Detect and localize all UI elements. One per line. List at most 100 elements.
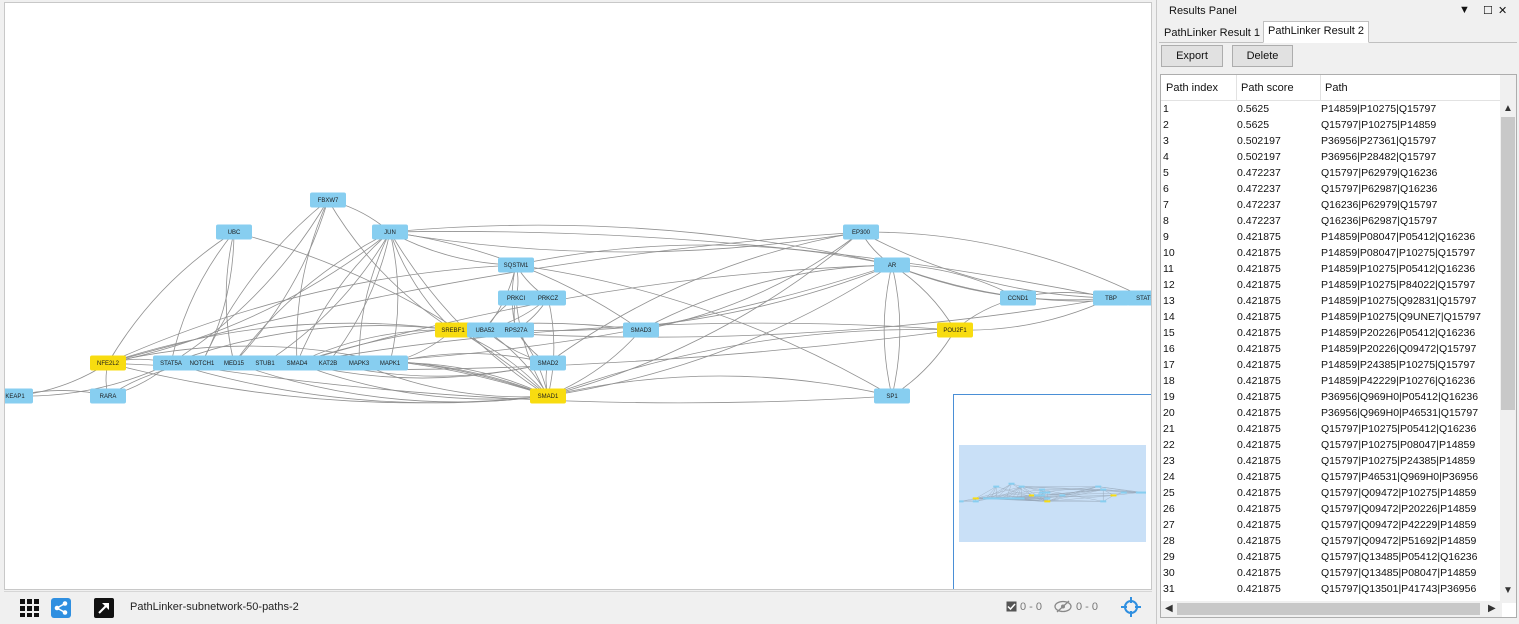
node-rps27a[interactable]: RPS27A bbox=[498, 322, 534, 338]
scroll-up-icon[interactable]: ▲ bbox=[1503, 103, 1513, 114]
scroll-left-icon[interactable]: ◀ bbox=[1165, 603, 1173, 614]
table-row[interactable]: 25 0.421875 Q15797|Q09472|P10275|P14859 bbox=[1161, 485, 1501, 501]
panel-menu-icon[interactable]: ▼ bbox=[1459, 4, 1470, 16]
scroll-down-icon[interactable]: ▼ bbox=[1503, 585, 1513, 596]
edge-fbxw7-notch1[interactable] bbox=[201, 199, 329, 364]
table-row[interactable]: 16 0.421875 P14859|P20226|Q09472|Q15797 bbox=[1161, 341, 1501, 357]
node-ar[interactable]: AR bbox=[874, 257, 910, 273]
scroll-right-icon[interactable]: ▶ bbox=[1488, 603, 1496, 614]
edge-ar-sp1[interactable] bbox=[883, 264, 893, 397]
edge-ar-smad3[interactable] bbox=[640, 264, 893, 331]
node-ubc[interactable]: UBC bbox=[216, 224, 252, 240]
node-ep300[interactable]: EP300 bbox=[843, 224, 879, 240]
table-row[interactable]: 15 0.421875 P14859|P20226|P05412|Q16236 bbox=[1161, 325, 1501, 341]
export-button[interactable]: Export bbox=[1161, 45, 1223, 67]
table-row[interactable]: 17 0.421875 P14859|P24385|P10275|Q15797 bbox=[1161, 357, 1501, 373]
edge-ubc-nfe2l2[interactable] bbox=[107, 231, 235, 364]
share-icon[interactable] bbox=[51, 598, 71, 618]
table-row[interactable]: 2 0.5625 Q15797|P10275|P14859 bbox=[1161, 117, 1501, 133]
edge-prkci-smad1[interactable] bbox=[515, 297, 549, 397]
node-stat5[interactable]: STAT5 bbox=[1127, 290, 1152, 306]
column-header-path[interactable]: Path bbox=[1325, 82, 1348, 94]
table-row[interactable]: 30 0.421875 Q15797|Q13485|P08047|P14859 bbox=[1161, 565, 1501, 581]
table-row[interactable]: 7 0.472237 Q16236|P62979|Q15797 bbox=[1161, 197, 1501, 213]
paths-table[interactable]: Path index Path score Path 1 0.5625 P14859… bbox=[1160, 74, 1517, 618]
table-row[interactable]: 12 0.421875 P14859|P10275|P84022|Q15797 bbox=[1161, 277, 1501, 293]
node-mapk3[interactable]: MAPK3 bbox=[341, 355, 377, 371]
node-smad4[interactable]: SMAD4 bbox=[279, 355, 315, 371]
table-row[interactable]: 29 0.421875 Q15797|Q13485|P05412|Q16236 bbox=[1161, 549, 1501, 565]
tab-pathlinker-result-2[interactable]: PathLinker Result 2 bbox=[1263, 21, 1369, 43]
table-row[interactable]: 26 0.421875 Q15797|Q09472|P20226|P14859 bbox=[1161, 501, 1501, 517]
table-row[interactable]: 22 0.421875 Q15797|P10275|P08047|P14859 bbox=[1161, 437, 1501, 453]
table-row[interactable]: 13 0.421875 P14859|P10275|Q92831|Q15797 bbox=[1161, 293, 1501, 309]
table-row[interactable]: 11 0.421875 P14859|P10275|P05412|Q16236 bbox=[1161, 261, 1501, 277]
node-notch1[interactable]: NOTCH1 bbox=[184, 355, 220, 371]
table-row[interactable]: 1 0.5625 P14859|P10275|Q15797 bbox=[1161, 101, 1501, 117]
edge-prkcz-smad1[interactable] bbox=[547, 297, 555, 397]
table-row[interactable]: 27 0.421875 Q15797|Q09472|P42229|P14859 bbox=[1161, 517, 1501, 533]
table-row[interactable]: 28 0.421875 Q15797|Q09472|P51692|P14859 bbox=[1161, 533, 1501, 549]
node-fbxw7[interactable]: FBXW7 bbox=[310, 192, 346, 208]
delete-button[interactable]: Delete bbox=[1232, 45, 1293, 67]
table-row[interactable]: 5 0.472237 Q15797|P62979|Q16236 bbox=[1161, 165, 1501, 181]
table-row[interactable]: 23 0.421875 Q15797|P10275|P24385|P14859 bbox=[1161, 453, 1501, 469]
vertical-scrollbar[interactable]: ▲ ▼ bbox=[1500, 75, 1516, 603]
edge-smad1-sp1[interactable] bbox=[547, 375, 893, 397]
table-row[interactable]: 4 0.502197 P36956|P28482|Q15797 bbox=[1161, 149, 1501, 165]
node-tbp[interactable]: TBP bbox=[1093, 290, 1129, 306]
node-prkci[interactable]: PRKCI bbox=[498, 290, 534, 306]
edge-ar-smad4[interactable] bbox=[296, 264, 893, 364]
close-icon[interactable]: ✕ bbox=[1498, 4, 1507, 17]
edge-ubc-notch1[interactable] bbox=[201, 231, 235, 364]
table-row[interactable]: 24 0.421875 Q15797|P46531|Q969H0|P36956 bbox=[1161, 469, 1501, 485]
table-row[interactable]: 20 0.421875 P36956|Q969H0|P46531|Q15797 bbox=[1161, 405, 1501, 421]
node-smad3[interactable]: SMAD3 bbox=[623, 322, 659, 338]
node-smad2[interactable]: SMAD2 bbox=[530, 355, 566, 371]
node-sp1[interactable]: SP1 bbox=[874, 388, 910, 404]
edge-ar-pou2f1[interactable] bbox=[891, 264, 956, 331]
edge-jun-sqstm1[interactable] bbox=[389, 231, 517, 266]
horizontal-scroll-thumb[interactable] bbox=[1177, 603, 1480, 615]
edge-sp1-ar[interactable] bbox=[891, 264, 901, 397]
node-pou2f1[interactable]: POU2F1 bbox=[937, 322, 973, 338]
minimap-viewport[interactable] bbox=[957, 445, 1148, 542]
table-row[interactable]: 19 0.421875 P36956|Q969H0|P05412|Q16236 bbox=[1161, 389, 1501, 405]
horizontal-scrollbar[interactable]: ◀ ▶ bbox=[1161, 601, 1502, 617]
column-header-path-index[interactable]: Path index bbox=[1166, 82, 1218, 94]
node-med15[interactable]: MED15 bbox=[216, 355, 252, 371]
node-keap1[interactable]: KEAP1 bbox=[5, 388, 33, 404]
grid-icon[interactable] bbox=[20, 598, 40, 618]
edge-pou2f1-sp1[interactable] bbox=[891, 329, 956, 397]
vertical-scroll-thumb[interactable] bbox=[1501, 117, 1515, 410]
node-stub1[interactable]: STUB1 bbox=[247, 355, 283, 371]
node-jun[interactable]: JUN bbox=[372, 224, 408, 240]
table-row[interactable]: 3 0.502197 P36956|P27361|Q15797 bbox=[1161, 133, 1501, 149]
table-row[interactable]: 31 0.421875 Q15797|Q13501|P41743|P36956 bbox=[1161, 581, 1501, 597]
node-uba52[interactable]: UBA52 bbox=[467, 322, 503, 338]
column-header-path-score[interactable]: Path score bbox=[1241, 82, 1294, 94]
node-stat5a[interactable]: STAT5A bbox=[153, 355, 189, 371]
crosshair-icon[interactable] bbox=[1121, 597, 1141, 617]
table-row[interactable]: 18 0.421875 P14859|P42229|P10276|Q16236 bbox=[1161, 373, 1501, 389]
node-sqstm1[interactable]: SQSTM1 bbox=[498, 257, 534, 273]
node-nfe2l2[interactable]: NFE2L2 bbox=[90, 355, 126, 371]
node-smad1[interactable]: SMAD1 bbox=[530, 388, 566, 404]
table-row[interactable]: 14 0.421875 P14859|P10275|Q9UNE7|Q15797 bbox=[1161, 309, 1501, 325]
table-row[interactable]: 10 0.421875 P14859|P08047|P10275|Q15797 bbox=[1161, 245, 1501, 261]
export-arrow-icon[interactable] bbox=[94, 598, 114, 618]
node-mapk1[interactable]: MAPK1 bbox=[372, 355, 408, 371]
edge-fbxw7-med15[interactable] bbox=[233, 199, 329, 364]
node-ccnd1[interactable]: CCND1 bbox=[1000, 290, 1036, 306]
tab-pathlinker-result-1[interactable]: PathLinker Result 1 bbox=[1159, 23, 1265, 43]
table-row[interactable]: 9 0.421875 P14859|P08047|P05412|Q16236 bbox=[1161, 229, 1501, 245]
table-row[interactable]: 21 0.421875 Q15797|P10275|P05412|Q16236 bbox=[1161, 421, 1501, 437]
node-kat2b[interactable]: KAT2B bbox=[310, 355, 346, 371]
edge-sqstm1-nfe2l2[interactable] bbox=[107, 264, 517, 364]
edge-jun-mapk1[interactable] bbox=[389, 231, 399, 364]
edge-ubc-med15[interactable] bbox=[225, 231, 235, 364]
float-window-icon[interactable]: ☐ bbox=[1483, 4, 1493, 17]
node-rara[interactable]: RARA bbox=[90, 388, 126, 404]
network-canvas[interactable]: FBXW7 UBC JUN SQSTM1 EP300 AR CCND1 TBP STAT5 PRK… bbox=[4, 2, 1152, 590]
table-row[interactable]: 8 0.472237 Q16236|P62987|Q15797 bbox=[1161, 213, 1501, 229]
